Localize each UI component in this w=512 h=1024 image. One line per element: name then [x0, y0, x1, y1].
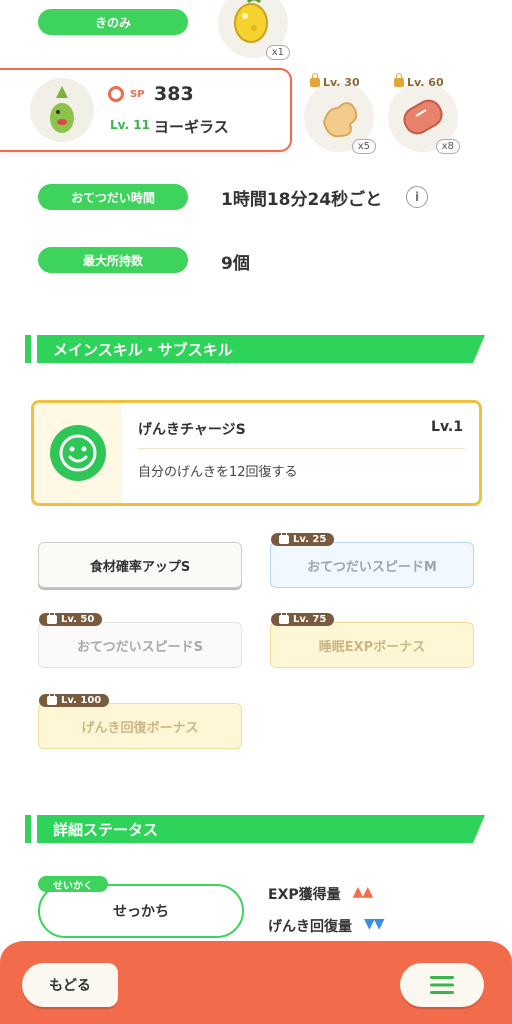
- main-skill-name: げんきチャージS: [138, 422, 246, 438]
- lock-icon: [279, 530, 289, 544]
- sub-skill-2[interactable]: Lv. 25 おてつだいスピードM: [270, 530, 474, 588]
- sp-value: 383: [154, 83, 194, 105]
- info-icon: i: [414, 190, 420, 204]
- sub-skill-label: 食材確率アップS: [89, 559, 191, 575]
- berry-quantity: x1: [265, 45, 290, 60]
- sub-skill-4[interactable]: Lv. 75 睡眠EXPボーナス: [270, 610, 474, 668]
- pokeball-icon: [108, 86, 124, 102]
- lock-level-tag: Lv. 75: [271, 610, 335, 626]
- nature-value: せっかち: [113, 904, 169, 920]
- pokemon-avatar: [30, 78, 94, 142]
- sub-skill-label: 睡眠EXPボーナス: [318, 639, 426, 655]
- info-button[interactable]: i: [406, 186, 428, 208]
- main-skill-card[interactable]: げんきチャージS Lv.1 自分のげんきを12回復する: [31, 400, 482, 506]
- ingredient-slot-2[interactable]: Lv. 30 x5: [304, 73, 376, 154]
- back-button[interactable]: もどる: [22, 963, 118, 1007]
- hamburger-menu-icon: [430, 976, 454, 994]
- pokemon-level: Lv. 11: [110, 118, 150, 132]
- status-section-title: 詳細ステータス: [37, 815, 485, 843]
- menu-button[interactable]: [400, 963, 484, 1007]
- skills-section-header: メインスキル・サブスキル: [25, 335, 485, 363]
- lock-level-tag: Lv. 25: [271, 530, 335, 546]
- max-carry-value: 9個: [221, 254, 250, 274]
- main-skill-description: 自分のげんきを12回復する: [138, 465, 298, 480]
- stat-energy: げんき回復量 ▼▼: [268, 916, 385, 936]
- up-arrows-icon: ▲▲: [352, 884, 374, 900]
- pokemon-name: ヨーギラス: [154, 118, 229, 136]
- sub-skill-label: おてつだいスピードM: [307, 559, 437, 575]
- sub-skill-label: げんき回復ボーナス: [81, 720, 199, 736]
- help-time-value: 1時間18分24秒ごと: [221, 190, 383, 210]
- sub-skill-label: おてつだいスピードS: [76, 639, 204, 655]
- lock-icon: [47, 610, 57, 624]
- main-skill-level: Lv.1: [431, 419, 463, 435]
- bottom-bar: もどる: [0, 938, 512, 1024]
- berry-slot[interactable]: x1: [218, 0, 290, 60]
- ingredient-quantity: x8: [435, 139, 460, 154]
- smile-icon: [50, 425, 106, 481]
- nature-tag: せいかく: [38, 876, 108, 892]
- back-label: もどる: [49, 978, 91, 994]
- larvitar-icon: [50, 86, 74, 133]
- lock-level-tag: Lv. 100: [39, 691, 110, 707]
- stat-label: EXP獲得量: [268, 887, 341, 903]
- ingredient-quantity: x5: [351, 139, 376, 154]
- stat-label: げんき回復量: [268, 919, 352, 935]
- ingredient-slot-3[interactable]: Lv. 60 x8: [388, 73, 460, 154]
- lock-icon: [47, 691, 57, 705]
- sub-skill-1[interactable]: 食材確率アップS: [38, 542, 242, 588]
- sub-skill-3[interactable]: Lv. 50 おてつだいスピードS: [38, 610, 242, 668]
- sp-label: SP: [130, 89, 145, 100]
- down-arrows-icon: ▼▼: [364, 916, 385, 932]
- divider: [138, 448, 465, 449]
- skills-section-title: メインスキル・サブスキル: [37, 335, 485, 363]
- lock-level-tag: Lv. 50: [39, 610, 103, 626]
- lock-icon: [279, 610, 289, 624]
- stat-exp: EXP獲得量 ▲▲: [268, 884, 374, 904]
- sub-skill-5[interactable]: Lv. 100 げんき回復ボーナス: [38, 691, 242, 749]
- berry-label: きのみ: [38, 9, 188, 35]
- nature-box[interactable]: せっかち: [38, 884, 244, 938]
- help-time-label: おてつだい時間: [38, 184, 188, 210]
- status-section-header: 詳細ステータス: [25, 815, 485, 843]
- max-carry-label: 最大所持数: [38, 247, 188, 273]
- pokemon-card[interactable]: SP 383 Lv. 11 ヨーギラス: [0, 68, 292, 152]
